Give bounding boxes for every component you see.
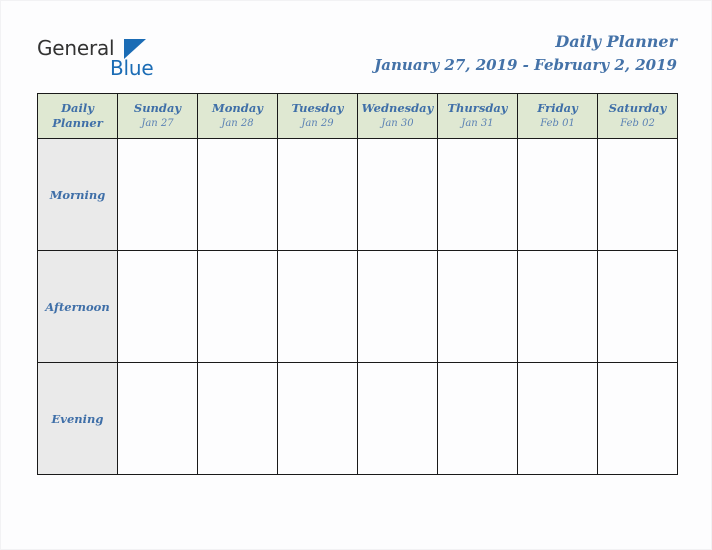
title-block: Daily Planner January 27, 2019 - Februar… bbox=[374, 31, 677, 76]
day-header-friday: Friday Feb 01 bbox=[517, 93, 598, 139]
day-date-label: Jan 27 bbox=[141, 118, 174, 129]
page-title: Daily Planner bbox=[555, 32, 677, 51]
day-date-label: Jan 28 bbox=[221, 118, 254, 129]
slot-morning-monday[interactable] bbox=[197, 138, 278, 251]
day-date-label: Jan 31 bbox=[461, 118, 494, 129]
day-name-label: Wednesday bbox=[361, 101, 434, 115]
slot-afternoon-tuesday[interactable] bbox=[277, 250, 358, 363]
planner-page: General Blue Daily Planner January 27, 2… bbox=[0, 0, 712, 550]
corner-label-line1: Daily bbox=[61, 101, 94, 115]
slot-evening-friday[interactable] bbox=[517, 362, 598, 475]
table-row-evening: Evening bbox=[37, 362, 678, 475]
slot-morning-friday[interactable] bbox=[517, 138, 598, 251]
day-header-saturday: Saturday Feb 02 bbox=[597, 93, 678, 139]
day-header-tuesday: Tuesday Jan 29 bbox=[277, 93, 358, 139]
slot-evening-sunday[interactable] bbox=[117, 362, 198, 475]
slot-evening-wednesday[interactable] bbox=[357, 362, 438, 475]
slot-evening-tuesday[interactable] bbox=[277, 362, 358, 475]
day-header-thursday: Thursday Jan 31 bbox=[437, 93, 518, 139]
daily-planner-table: Daily Planner Sunday Jan 27 Monday Jan 2… bbox=[37, 93, 678, 475]
general-blue-logo: General Blue bbox=[37, 37, 257, 85]
slot-evening-thursday[interactable] bbox=[437, 362, 518, 475]
day-name-label: Friday bbox=[537, 101, 578, 115]
slot-afternoon-thursday[interactable] bbox=[437, 250, 518, 363]
day-header-wednesday: Wednesday Jan 30 bbox=[357, 93, 438, 139]
logo-text-general: General bbox=[37, 36, 115, 60]
slot-afternoon-friday[interactable] bbox=[517, 250, 598, 363]
day-header-sunday: Sunday Jan 27 bbox=[117, 93, 198, 139]
period-label-text: Morning bbox=[49, 187, 106, 202]
period-label-text: Afternoon bbox=[45, 299, 110, 314]
page-date-range: January 27, 2019 - February 2, 2019 bbox=[374, 56, 677, 74]
day-date-label: Jan 30 bbox=[381, 118, 414, 129]
table-row-afternoon: Afternoon bbox=[37, 250, 678, 363]
logo-text-blue: Blue bbox=[110, 56, 154, 80]
page-header: General Blue Daily Planner January 27, 2… bbox=[1, 1, 712, 93]
table-row-morning: Morning bbox=[37, 138, 678, 251]
period-label-evening: Evening bbox=[37, 362, 118, 475]
slot-evening-saturday[interactable] bbox=[597, 362, 678, 475]
period-label-afternoon: Afternoon bbox=[37, 250, 118, 363]
day-date-label: Jan 29 bbox=[301, 118, 334, 129]
slot-afternoon-wednesday[interactable] bbox=[357, 250, 438, 363]
slot-morning-saturday[interactable] bbox=[597, 138, 678, 251]
slot-morning-tuesday[interactable] bbox=[277, 138, 358, 251]
day-name-label: Tuesday bbox=[291, 101, 344, 115]
slot-afternoon-monday[interactable] bbox=[197, 250, 278, 363]
day-name-label: Saturday bbox=[608, 101, 667, 115]
slot-afternoon-saturday[interactable] bbox=[597, 250, 678, 363]
day-name-label: Sunday bbox=[133, 101, 182, 115]
table-header-row: Daily Planner Sunday Jan 27 Monday Jan 2… bbox=[37, 93, 678, 139]
day-date-label: Feb 01 bbox=[540, 118, 575, 129]
slot-morning-sunday[interactable] bbox=[117, 138, 198, 251]
period-label-text: Evening bbox=[51, 411, 104, 426]
day-date-label: Feb 02 bbox=[620, 118, 655, 129]
slot-afternoon-sunday[interactable] bbox=[117, 250, 198, 363]
period-label-morning: Morning bbox=[37, 138, 118, 251]
table-corner-cell: Daily Planner bbox=[37, 93, 118, 139]
day-name-label: Thursday bbox=[447, 101, 508, 115]
slot-evening-monday[interactable] bbox=[197, 362, 278, 475]
day-header-monday: Monday Jan 28 bbox=[197, 93, 278, 139]
slot-morning-wednesday[interactable] bbox=[357, 138, 438, 251]
day-name-label: Monday bbox=[212, 101, 263, 115]
corner-label-line2: Planner bbox=[52, 116, 103, 130]
slot-morning-thursday[interactable] bbox=[437, 138, 518, 251]
